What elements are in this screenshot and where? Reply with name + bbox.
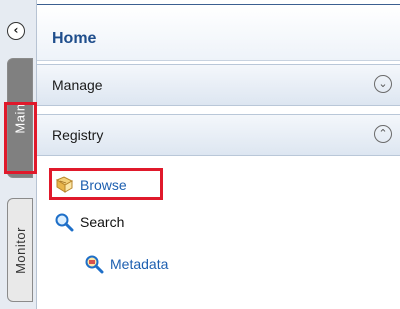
- section-manage-label: Manage: [52, 77, 103, 93]
- metadata-search-icon: [85, 255, 104, 274]
- magnifier-icon: [55, 213, 74, 232]
- registry-item-search[interactable]: Search: [54, 210, 124, 234]
- chevron-down-circle-icon[interactable]: ⌄: [374, 75, 392, 93]
- navigation-panel: Home Manage ⌄ Registry ⌃ Browse Search M…: [37, 0, 400, 309]
- chevron-up-circle-icon[interactable]: ⌃: [374, 125, 392, 143]
- highlight-box-main-tab: [4, 102, 37, 174]
- chevron-left-icon[interactable]: ‹: [7, 22, 25, 40]
- home-label: Home: [52, 30, 97, 47]
- section-manage[interactable]: Manage ⌄: [37, 64, 400, 106]
- tab-monitor[interactable]: Monitor: [7, 198, 33, 302]
- search-link[interactable]: Search: [80, 214, 124, 230]
- section-registry[interactable]: Registry ⌃: [37, 114, 400, 156]
- highlight-box-browse: [49, 168, 163, 200]
- section-registry-label: Registry: [52, 127, 104, 143]
- metadata-link[interactable]: Metadata: [110, 256, 168, 272]
- home-header[interactable]: Home: [37, 5, 400, 61]
- tab-monitor-label: Monitor: [12, 226, 28, 274]
- registry-item-metadata[interactable]: Metadata: [84, 252, 168, 276]
